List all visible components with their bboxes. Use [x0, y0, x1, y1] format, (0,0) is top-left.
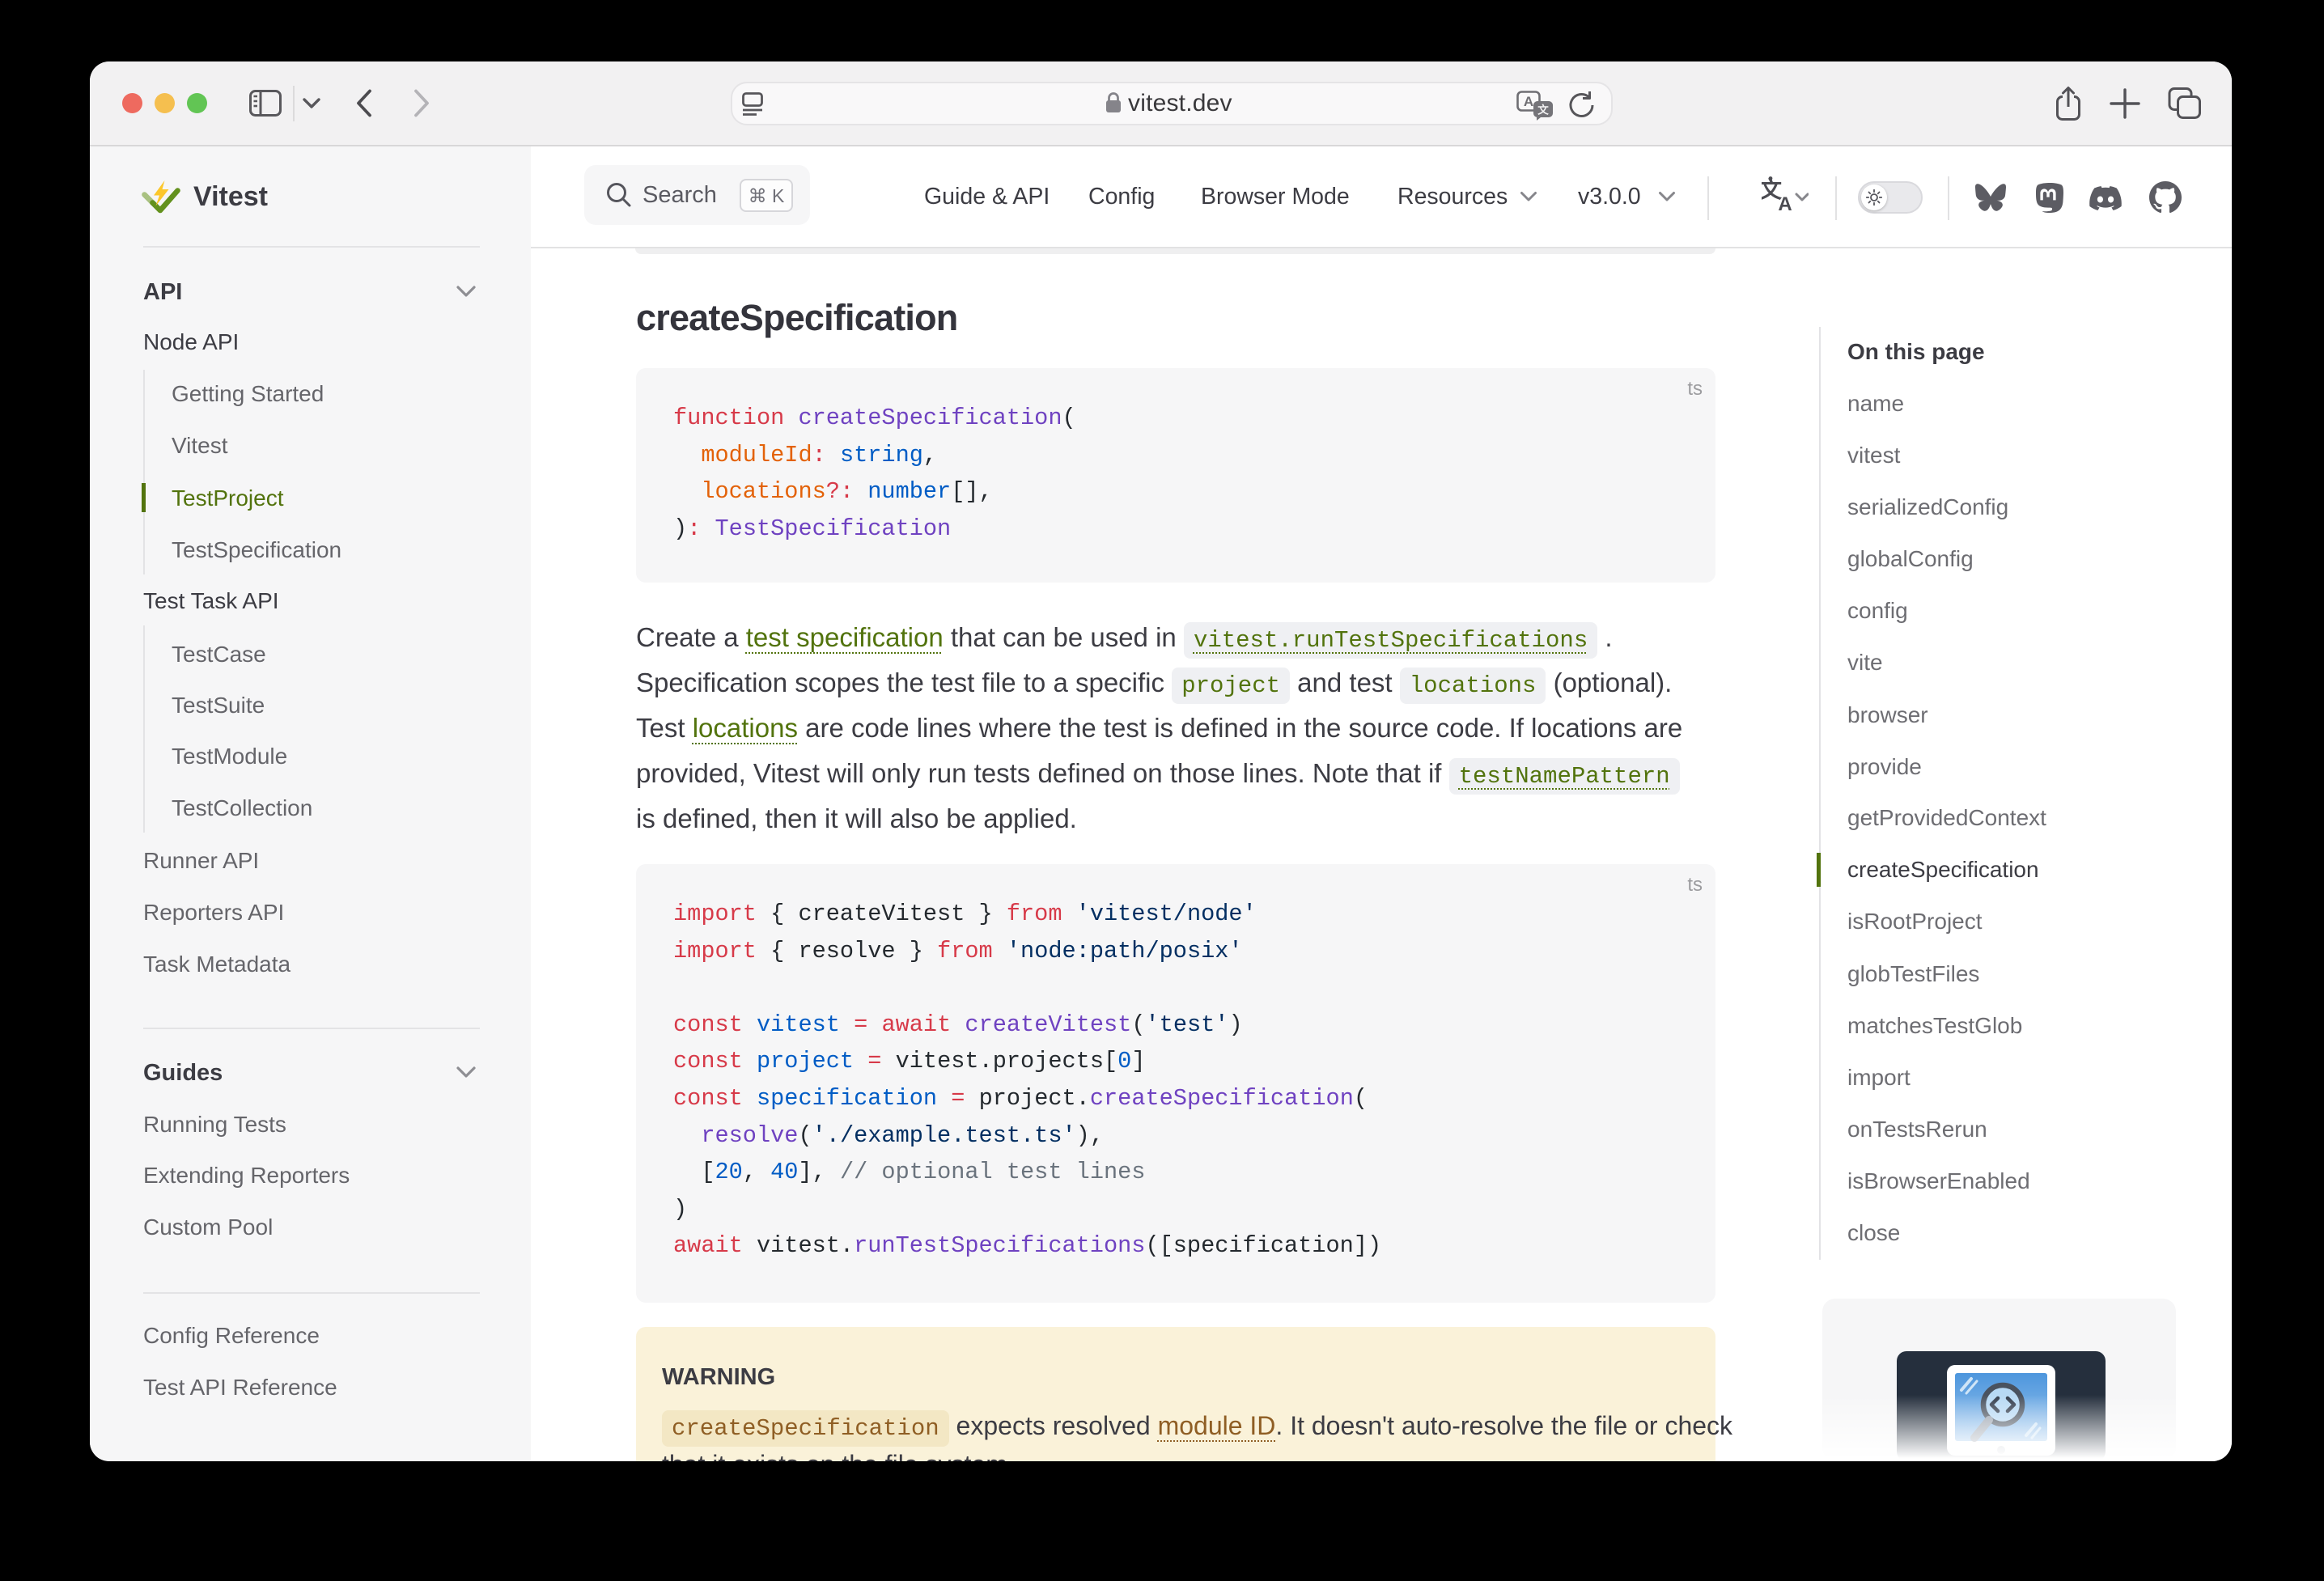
svg-text:A: A: [1524, 94, 1533, 109]
svg-text:A: A: [1778, 193, 1792, 215]
svg-text:文: 文: [1537, 104, 1549, 117]
